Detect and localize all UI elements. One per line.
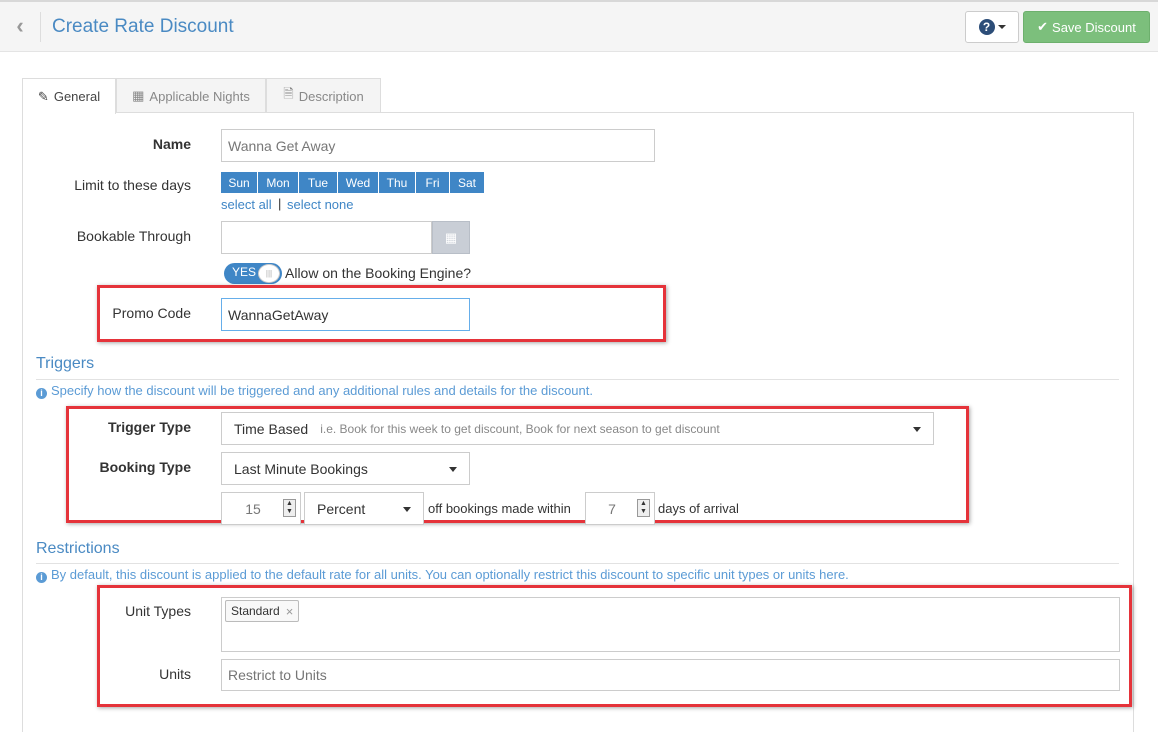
info-icon: i	[36, 572, 47, 583]
restrictions-info-text: By default, this discount is applied to …	[51, 567, 849, 582]
trigger-type-select[interactable]: Time Based i.e. Book for this week to ge…	[221, 412, 934, 445]
select-separator: |	[278, 196, 282, 211]
header-divider	[40, 12, 41, 42]
day-mon-button[interactable]: Mon	[258, 172, 298, 193]
triggers-info: i Specify how the discount will be trigge…	[36, 383, 593, 399]
triggers-info-text: Specify how the discount will be trigger…	[51, 383, 593, 398]
booking-type-select[interactable]: Last Minute Bookings	[221, 452, 470, 485]
triggers-section-title: Triggers	[36, 355, 95, 372]
promo-code-input[interactable]: WannaGetAway	[221, 298, 470, 331]
restrictions-info: i By default, this discount is applied to…	[36, 567, 849, 583]
edit-icon: ✎	[37, 88, 49, 104]
toggle-handle-icon[interactable]: |||	[258, 264, 280, 283]
restrictions-section-title: Restrictions	[36, 540, 120, 557]
discount-unit-select[interactable]: Percent	[304, 492, 424, 525]
tab-general[interactable]: ✎ General	[22, 78, 116, 114]
help-icon: ?	[978, 19, 995, 35]
units-label: Units	[159, 666, 191, 682]
unit-type-tag-label: Standard	[231, 604, 280, 618]
days-of-arrival-text: days of arrival	[658, 501, 739, 516]
chevron-down-icon	[449, 466, 457, 472]
select-all-link[interactable]: select all	[221, 197, 272, 212]
calendar-picker-button[interactable]: ▦	[432, 221, 470, 254]
trigger-type-value: Time Based	[234, 420, 309, 437]
close-icon[interactable]: ×	[286, 604, 294, 619]
day-sun-button[interactable]: Sun	[221, 172, 257, 193]
chevron-down-icon	[913, 426, 921, 432]
day-fri-button[interactable]: Fri	[416, 172, 449, 193]
discount-unit-value: Percent	[317, 500, 366, 517]
document-icon: 🗎	[283, 86, 294, 101]
discount-amount-input[interactable]: 15 ▲ ▼	[221, 492, 301, 525]
days-within-input[interactable]: 7 ▲ ▼	[585, 492, 655, 525]
day-sat-button[interactable]: Sat	[450, 172, 484, 193]
trigger-type-hint: i.e. Book for this week to get discount,…	[320, 421, 720, 436]
trigger-type-label: Trigger Type	[108, 419, 191, 435]
tab-description[interactable]: 🗎 Description	[266, 78, 381, 113]
booking-engine-label: Allow on the Booking Engine?	[285, 265, 472, 281]
info-icon: i	[36, 388, 47, 399]
calendar-icon: ▦	[444, 229, 458, 245]
chevron-down-icon	[997, 25, 1006, 29]
limit-days-label: Limit to these days	[74, 177, 191, 193]
bookable-through-label: Bookable Through	[76, 228, 191, 244]
day-wed-button[interactable]: Wed	[338, 172, 378, 193]
back-arrow-icon[interactable]: ‹	[10, 12, 30, 40]
tab-label: Description	[298, 88, 364, 104]
tab-label: General	[53, 89, 101, 104]
day-tue-button[interactable]: Tue	[299, 172, 337, 193]
promo-code-label: Promo Code	[112, 305, 191, 321]
units-input[interactable]	[221, 659, 1120, 691]
save-discount-label: Save Discount	[1052, 19, 1136, 35]
section-divider	[36, 379, 1119, 380]
help-dropdown-button[interactable]: ?	[965, 11, 1019, 43]
days-within-value: 7	[608, 500, 616, 517]
off-bookings-text: off bookings made within	[428, 501, 571, 516]
tab-label: Applicable Nights	[149, 88, 250, 104]
spinner-icon[interactable]: ▲ ▼	[283, 499, 296, 517]
bookable-through-input[interactable]	[221, 221, 432, 254]
name-input[interactable]: Wanna Get Away	[221, 129, 655, 162]
day-thu-button[interactable]: Thu	[379, 172, 415, 193]
unit-type-tag: Standard ×	[225, 600, 300, 622]
section-divider	[36, 563, 1119, 564]
spinner-icon[interactable]: ▲ ▼	[637, 499, 650, 517]
page-title: Create Rate Discount	[52, 16, 234, 37]
chevron-down-icon	[403, 506, 411, 512]
unit-types-label: Unit Types	[125, 603, 191, 619]
select-none-link[interactable]: select none	[287, 197, 354, 212]
unit-types-input[interactable]	[221, 597, 1120, 652]
booking-type-label: Booking Type	[99, 459, 191, 475]
check-icon: ✔	[1037, 19, 1049, 34]
tab-applicable-nights[interactable]: ▦ Applicable Nights	[116, 78, 266, 113]
discount-amount-value: 15	[245, 500, 261, 517]
calendar-icon: ▦	[132, 88, 145, 103]
toggle-yes-label: YES	[232, 265, 257, 279]
name-label: Name	[152, 136, 191, 152]
save-discount-button[interactable]: ✔ Save Discount	[1023, 11, 1150, 43]
booking-type-value: Last Minute Bookings	[234, 460, 368, 477]
